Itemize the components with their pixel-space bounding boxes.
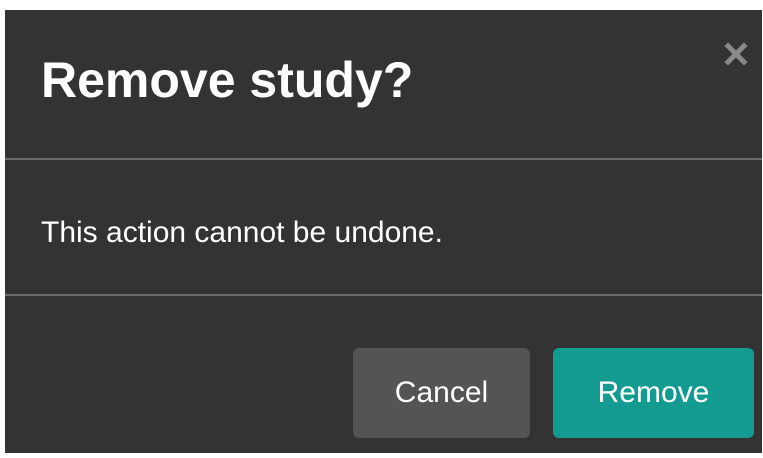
dialog-message: This action cannot be undone. (41, 216, 443, 249)
dialog-header: Remove study? (5, 10, 762, 160)
close-icon (724, 42, 748, 66)
remove-study-dialog: Remove study? This action cannot be undo… (5, 10, 762, 453)
cancel-button[interactable]: Cancel (353, 348, 530, 438)
remove-button[interactable]: Remove (553, 348, 754, 438)
dialog-body: This action cannot be undone. (5, 160, 762, 296)
close-button[interactable] (718, 36, 754, 72)
dialog-footer: Cancel Remove (5, 296, 762, 453)
dialog-title: Remove study? (41, 52, 414, 108)
